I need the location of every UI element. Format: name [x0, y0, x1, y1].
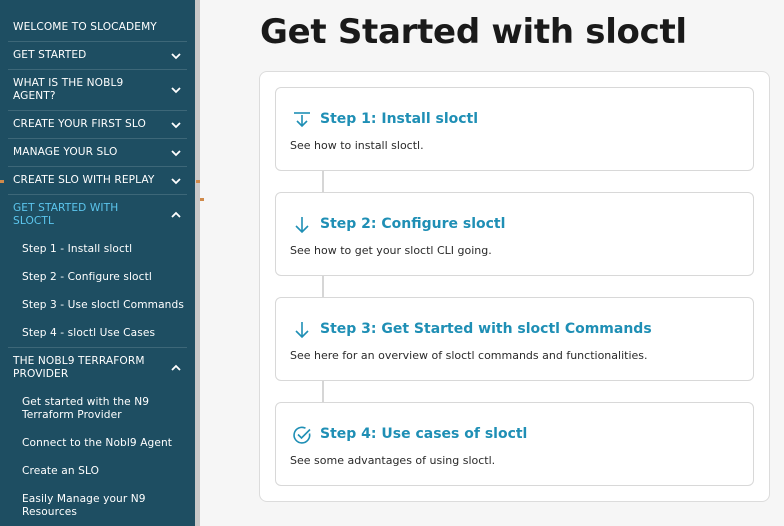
- step-description: See some advantages of using sloctl.: [290, 454, 496, 467]
- sidebar-divider: [8, 138, 187, 139]
- sidebar-item-get-started-sloctl[interactable]: GET STARTED WITH SLOCTL: [13, 202, 187, 228]
- sidebar-item-label: Get started with the N9 Terraform Provid…: [22, 396, 150, 421]
- sidebar-item-welcome[interactable]: WELCOME TO SLOCADEMY: [13, 21, 187, 34]
- chevron-up-icon[interactable]: [171, 364, 181, 372]
- sidebar-item-label: Create an SLO: [22, 465, 100, 477]
- resize-handle-marker: [0, 180, 4, 183]
- resize-handle-marker: [200, 198, 204, 201]
- sidebar-item-label: GET STARTED: [13, 49, 87, 61]
- sidebar-divider: [8, 166, 187, 167]
- sidebar-subitem-manage-resources[interactable]: Easily Manage your N9 Resources: [22, 493, 187, 519]
- step-card-3[interactable]: Step 3: Get Started with sloctl Commands…: [275, 297, 754, 381]
- arrow-down-icon: [292, 320, 312, 340]
- sidebar-item-label: CREATE YOUR FIRST SLO: [13, 118, 146, 130]
- chevron-down-icon[interactable]: [171, 86, 181, 94]
- sidebar-subitem-step-2[interactable]: Step 2 - Configure sloctl: [22, 271, 187, 284]
- sidebar-subitem-connect-agent[interactable]: Connect to the Nobl9 Agent: [22, 437, 187, 450]
- step-card-1[interactable]: Step 1: Install sloctl See how to instal…: [275, 87, 754, 171]
- sidebar-subitem-create-slo[interactable]: Create an SLO: [22, 465, 187, 478]
- chevron-down-icon[interactable]: [171, 177, 181, 185]
- sidebar-item-label: Connect to the Nobl9 Agent: [22, 437, 173, 449]
- sidebar-item-label: WHAT IS THE NOBL9 AGENT?: [13, 77, 124, 102]
- step-connector: [322, 170, 324, 193]
- sidebar-item-nobl9-agent[interactable]: WHAT IS THE NOBL9 AGENT?: [13, 77, 187, 103]
- download-arrow-icon: [292, 110, 312, 130]
- step-card-4[interactable]: Step 4: Use cases of sloctl See some adv…: [275, 402, 754, 486]
- sidebar-item-label: THE NOBL9 TERRAFORM PROVIDER: [13, 355, 145, 380]
- step-connector: [322, 275, 324, 298]
- step-card-2[interactable]: Step 2: Configure sloctl See how to get …: [275, 192, 754, 276]
- sidebar-item-label: Step 2 - Configure sloctl: [22, 271, 152, 283]
- sidebar-scroll-edge[interactable]: [195, 0, 200, 526]
- sidebar-item-label: Step 1 - Install sloctl: [22, 243, 133, 255]
- step-description: See here for an overview of sloctl comma…: [290, 349, 648, 362]
- sidebar-divider: [8, 194, 187, 195]
- sidebar-subitem-step-3[interactable]: Step 3 - Use sloctl Commands: [22, 299, 187, 312]
- sidebar: WELCOME TO SLOCADEMY GET STARTED WHAT IS…: [0, 0, 195, 526]
- sidebar-item-label: GET STARTED WITH SLOCTL: [13, 202, 119, 227]
- sidebar-item-terraform-provider[interactable]: THE NOBL9 TERRAFORM PROVIDER: [13, 355, 187, 381]
- sidebar-item-slo-replay[interactable]: CREATE SLO WITH REPLAY: [13, 174, 187, 187]
- step-connector: [322, 380, 324, 403]
- chevron-up-icon[interactable]: [171, 211, 181, 219]
- sidebar-divider: [8, 41, 187, 42]
- step-title[interactable]: Step 3: Get Started with sloctl Commands: [320, 321, 652, 337]
- sidebar-divider: [8, 347, 187, 348]
- chevron-down-icon[interactable]: [171, 121, 181, 129]
- sidebar-subitem-step-1[interactable]: Step 1 - Install sloctl: [22, 243, 187, 256]
- sidebar-item-label: Easily Manage your N9 Resources: [22, 493, 146, 518]
- chevron-down-icon[interactable]: [171, 149, 181, 157]
- sidebar-divider: [8, 69, 187, 70]
- page-title: Get Started with sloctl: [260, 12, 687, 52]
- sidebar-subitem-terraform-get-started[interactable]: Get started with the N9 Terraform Provid…: [22, 396, 187, 422]
- resize-handle-marker: [196, 180, 200, 183]
- step-description: See how to get your sloctl CLI going.: [290, 244, 492, 257]
- step-title[interactable]: Step 2: Configure sloctl: [320, 216, 505, 232]
- sidebar-item-manage-slo[interactable]: MANAGE YOUR SLO: [13, 146, 187, 159]
- sidebar-item-label: WELCOME TO SLOCADEMY: [13, 21, 157, 33]
- step-title[interactable]: Step 4: Use cases of sloctl: [320, 426, 527, 442]
- chevron-down-icon[interactable]: [171, 52, 181, 60]
- sidebar-item-label: CREATE SLO WITH REPLAY: [13, 174, 155, 186]
- sidebar-divider: [8, 110, 187, 111]
- step-description: See how to install sloctl.: [290, 139, 424, 152]
- sidebar-item-create-first-slo[interactable]: CREATE YOUR FIRST SLO: [13, 118, 187, 131]
- check-circle-icon: [292, 425, 312, 445]
- sidebar-item-label: Step 4 - sloctl Use Cases: [22, 327, 156, 339]
- sidebar-item-label: MANAGE YOUR SLO: [13, 146, 118, 158]
- sidebar-item-label: Step 3 - Use sloctl Commands: [22, 299, 184, 311]
- arrow-down-icon: [292, 215, 312, 235]
- sidebar-subitem-step-4[interactable]: Step 4 - sloctl Use Cases: [22, 327, 187, 340]
- step-title[interactable]: Step 1: Install sloctl: [320, 111, 478, 127]
- sidebar-item-get-started[interactable]: GET STARTED: [13, 49, 187, 62]
